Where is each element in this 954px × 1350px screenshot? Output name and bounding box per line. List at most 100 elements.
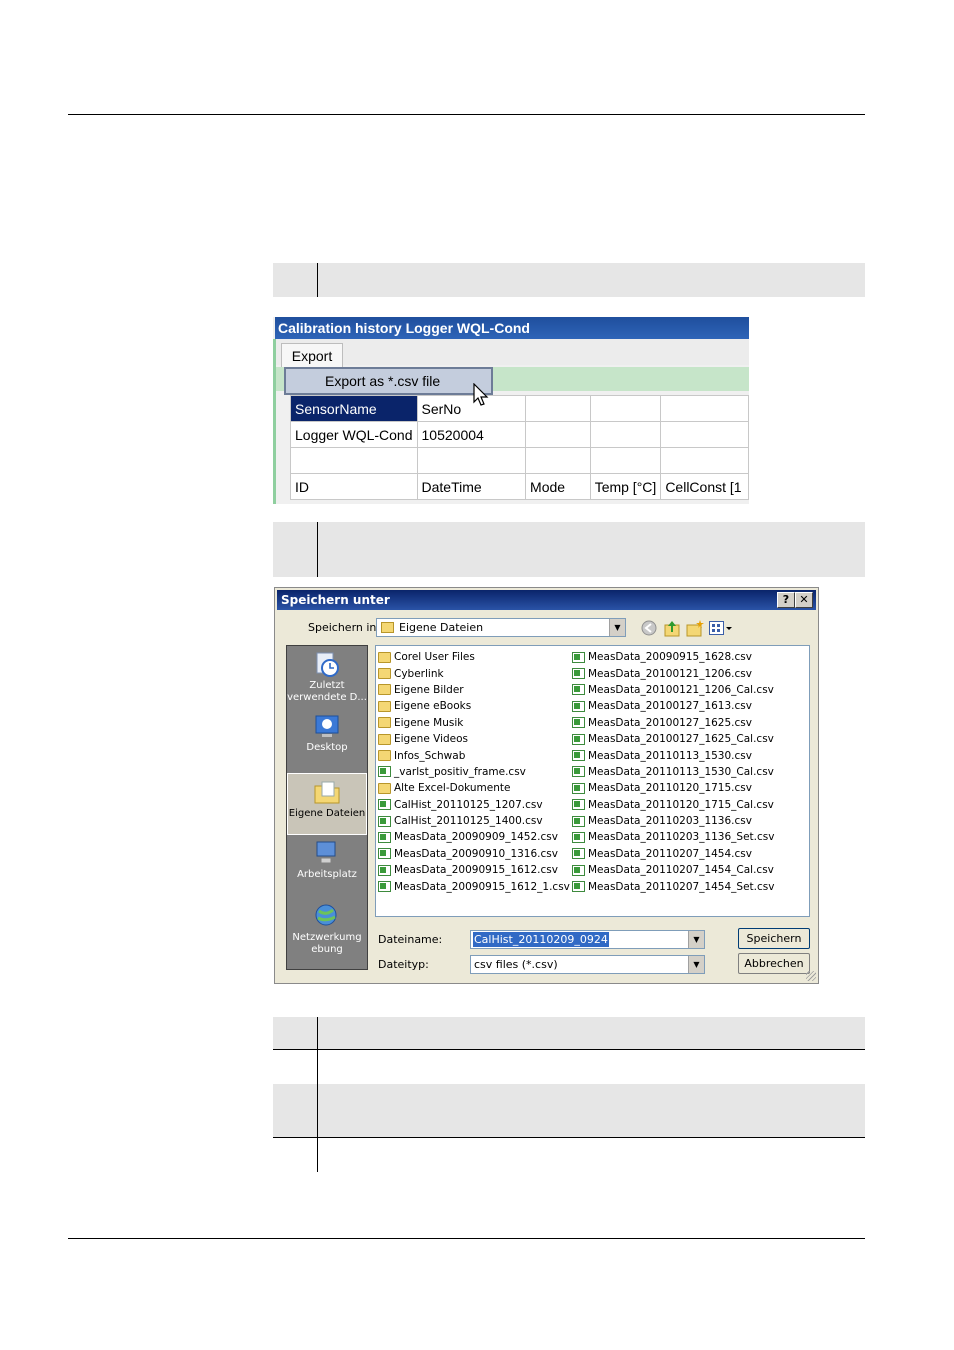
file-name: MeasData_20110207_1454.csv [588, 847, 752, 860]
file-name: MeasData_20110120_1715_Cal.csv [588, 798, 774, 811]
file-list-item[interactable]: Corel User Files [378, 649, 570, 665]
file-list-item[interactable]: MeasData_20100127_1613.csv [572, 698, 774, 714]
file-list-item[interactable]: CalHist_20110125_1207.csv [378, 797, 570, 813]
table-cell[interactable] [589, 395, 662, 422]
folder-icon [378, 684, 391, 696]
folder-icon [378, 750, 391, 762]
file-list-item[interactable]: MeasData_20100127_1625_Cal.csv [572, 731, 774, 747]
up-folder-icon[interactable] [664, 619, 680, 637]
table-cell[interactable]: ID [290, 473, 418, 500]
view-menu-icon[interactable] [709, 621, 733, 635]
save-button[interactable]: Speichern [738, 928, 810, 949]
file-list-item[interactable]: MeasData_20110203_1136_Set.csv [572, 829, 774, 845]
file-list-item[interactable]: Infos_Schwab [378, 747, 570, 763]
file-list-item[interactable]: MeasData_20090915_1612.csv [378, 862, 570, 878]
table-cell[interactable]: Temp [°C] [589, 473, 662, 500]
file-name: Alte Excel-Dokumente [394, 782, 511, 795]
csv-file-icon [572, 831, 585, 843]
table-cell[interactable] [660, 395, 749, 422]
export-menu[interactable]: Export [281, 343, 343, 368]
file-list-item[interactable]: MeasData_20110120_1715.csv [572, 780, 774, 796]
file-list-item[interactable]: MeasData_20110207_1454_Cal.csv [572, 862, 774, 878]
file-list-item[interactable]: MeasData_20090909_1452.csv [378, 829, 570, 845]
footer-rule [68, 1238, 865, 1239]
file-list-item[interactable]: MeasData_20090915_1612_1.csv [378, 878, 570, 894]
table-cell[interactable] [290, 447, 418, 474]
new-folder-icon[interactable] [686, 619, 704, 637]
file-list-item[interactable]: MeasData_20110203_1136.csv [572, 813, 774, 829]
table-cell[interactable] [589, 421, 662, 448]
save-in-combo[interactable]: Eigene Dateien ▼ [376, 618, 626, 637]
csv-file-icon [378, 815, 391, 827]
file-list-item[interactable]: MeasData_20090915_1628.csv [572, 649, 774, 665]
file-list-item[interactable]: MeasData_20110207_1454_Set.csv [572, 878, 774, 894]
csv-file-icon [572, 881, 585, 893]
resize-grip[interactable] [806, 971, 816, 981]
table-cell[interactable] [660, 421, 749, 448]
filetype-select[interactable]: csv files (*.csv) ▼ [470, 955, 705, 974]
csv-file-icon [378, 881, 391, 893]
window-title: Calibration history Logger WQL-Cond [275, 317, 749, 339]
table-cell[interactable] [525, 447, 591, 474]
csv-file-icon [572, 864, 585, 876]
file-name: MeasData_20090915_1612.csv [394, 864, 558, 877]
file-list-item[interactable]: MeasData_20100127_1625.csv [572, 715, 774, 731]
place-label: Arbeitsplatz [297, 869, 357, 880]
place-desktop[interactable]: Desktop [287, 712, 367, 754]
header-rule [68, 114, 865, 115]
step-divider [317, 1017, 318, 1050]
file-list-item[interactable]: Eigene Musik [378, 715, 570, 731]
file-name: MeasData_20110120_1715.csv [588, 782, 752, 795]
back-icon[interactable] [641, 620, 657, 636]
table-cell[interactable]: DateTime [416, 473, 527, 500]
table-cell[interactable]: Logger WQL-Cond [290, 421, 418, 448]
export-csv-menu-item[interactable]: Export as *.csv file [284, 367, 493, 395]
file-list-item[interactable]: CalHist_20110125_1400.csv [378, 813, 570, 829]
table-cell[interactable] [525, 421, 591, 448]
table-row: ID DateTime Mode Temp [°C] CellConst [1 [290, 473, 749, 500]
table-cell[interactable] [589, 447, 662, 474]
file-list-item[interactable]: _varlst_positiv_frame.csv [378, 764, 570, 780]
csv-file-icon [572, 750, 585, 762]
file-list-item[interactable]: Alte Excel-Dokumente [378, 780, 570, 796]
chevron-down-icon: ▼ [688, 956, 704, 973]
file-list-item[interactable]: Eigene eBooks [378, 698, 570, 714]
place-recent[interactable]: Zuletzt verwendete D... [287, 650, 367, 704]
cancel-button[interactable]: Abbrechen [738, 953, 810, 974]
table-cell[interactable]: 10520004 [416, 421, 527, 448]
folder-icon [381, 622, 394, 633]
file-list-item[interactable]: MeasData_20100121_1206_Cal.csv [572, 682, 774, 698]
table-cell[interactable]: SerNo [416, 395, 527, 422]
file-list-item[interactable]: MeasData_20090910_1316.csv [378, 846, 570, 862]
file-list-item[interactable]: Eigene Bilder [378, 682, 570, 698]
table-cell[interactable]: SensorName [290, 395, 418, 422]
chevron-down-icon[interactable]: ▼ [688, 931, 704, 948]
mouse-cursor-icon [473, 383, 489, 406]
file-list[interactable]: Corel User Files Cyberlink Eigene Bilder Ei… [375, 645, 810, 917]
file-list-item[interactable]: MeasData_20110120_1715_Cal.csv [572, 797, 774, 813]
recent-icon [316, 652, 339, 677]
csv-file-icon [572, 668, 585, 680]
file-list-item[interactable]: MeasData_20110207_1454.csv [572, 846, 774, 862]
filename-input[interactable]: CalHist_20110209_0924 ▼ [470, 930, 705, 949]
close-button[interactable]: ✕ [795, 592, 813, 608]
help-button[interactable]: ? [777, 592, 795, 608]
table-cell[interactable]: Mode [525, 473, 591, 500]
place-my-documents[interactable]: Eigene Dateien [287, 773, 367, 835]
file-name: MeasData_20110203_1136_Set.csv [588, 831, 775, 844]
table-cell[interactable]: CellConst [1 [660, 473, 749, 500]
file-list-item[interactable]: MeasData_20110113_1530.csv [572, 747, 774, 763]
place-network[interactable]: Netzwerkumgebung [287, 902, 367, 956]
file-list-item[interactable]: Eigene Videos [378, 731, 570, 747]
file-list-item[interactable]: MeasData_20100121_1206.csv [572, 665, 774, 681]
file-list-item[interactable]: MeasData_20110113_1530_Cal.csv [572, 764, 774, 780]
csv-file-icon [378, 848, 391, 860]
place-my-computer[interactable]: Arbeitsplatz [287, 839, 367, 881]
dialog-title: Speichern unter [277, 590, 816, 610]
table-cell[interactable] [525, 395, 591, 422]
table-cell[interactable] [660, 447, 749, 474]
table-cell[interactable] [416, 447, 527, 474]
file-name: MeasData_20090909_1452.csv [394, 831, 558, 844]
file-list-item[interactable]: Cyberlink [378, 665, 570, 681]
filename-label: Dateiname: [378, 933, 443, 946]
